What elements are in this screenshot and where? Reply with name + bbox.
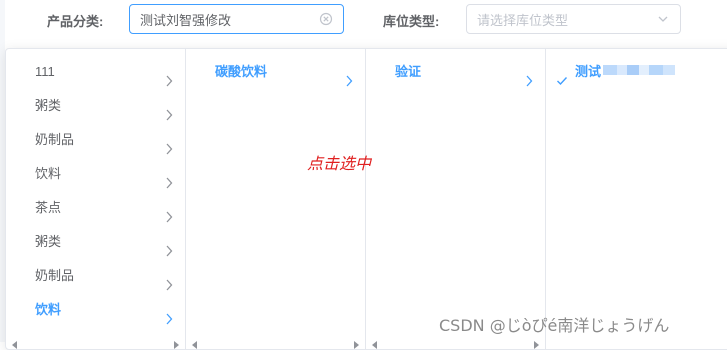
cascader-item-label: 验证 (395, 64, 422, 79)
cascader-level2-item[interactable]: 碳酸饮料 (186, 55, 365, 89)
cascader-level1-item[interactable]: 111 (6, 55, 185, 89)
category-value: 测试刘智强修改 (140, 12, 232, 28)
check-icon (556, 66, 568, 100)
location-type-placeholder: 请选择库位类型 (477, 12, 569, 28)
cascader-item-label: 粥类 (35, 234, 62, 249)
cascader-item-label: 奶制品 (35, 268, 75, 283)
cascader-item-label: 饮料 (35, 302, 62, 317)
cascader-menu-level1: 111 粥类 奶制品 饮料 茶点 粥类 奶制品 饮料 (6, 49, 186, 349)
cascader-item-label: 测试 (575, 64, 602, 79)
click-to-select-annotation: 点击选中 (307, 154, 372, 173)
cascader-level3-item[interactable]: 验证 (366, 55, 545, 89)
cascader-level1-item[interactable]: 茶点 (6, 191, 185, 225)
scroll-left-icon[interactable] (372, 341, 377, 349)
location-type-label: 库位类型: (383, 14, 440, 29)
scroll-right-icon[interactable] (534, 341, 539, 349)
category-cascader-input[interactable]: 测试刘智强修改 (129, 4, 344, 34)
cascader-item-label: 111 (35, 64, 55, 79)
cascader-level1-item[interactable]: 粥类 (6, 89, 185, 123)
cascader-item-label: 碳酸饮料 (215, 64, 268, 79)
scroll-right-icon[interactable] (174, 341, 179, 349)
cascader-level1-item[interactable]: 饮料 (6, 293, 185, 327)
category-label: 产品分类: (47, 14, 104, 29)
scroll-left-icon[interactable] (12, 341, 17, 349)
chevron-right-icon (165, 304, 173, 338)
cascader-level1-item[interactable]: 奶制品 (6, 259, 185, 293)
cascader-level1-item[interactable]: 奶制品 (6, 123, 185, 157)
location-type-select[interactable]: 请选择库位类型 (466, 4, 681, 34)
chevron-right-icon (525, 66, 533, 100)
cascader-item-label: 茶点 (35, 200, 62, 215)
cascader-dropdown: 111 粥类 奶制品 饮料 茶点 粥类 奶制品 饮料 碳酸饮料 验证 测试 (5, 48, 727, 350)
redacted-text-blur (603, 56, 676, 90)
cascader-item-label: 粥类 (35, 98, 62, 113)
watermark: CSDN @じòぴé南洋じょうげん (439, 316, 670, 335)
scroll-right-icon[interactable] (354, 341, 359, 349)
cascader-level1-item[interactable]: 粥类 (6, 225, 185, 259)
cascader-level1-item[interactable]: 饮料 (6, 157, 185, 191)
cascader-item-label: 饮料 (35, 166, 62, 181)
clear-icon[interactable] (319, 12, 333, 29)
chevron-right-icon (345, 66, 353, 100)
scroll-left-icon[interactable] (192, 341, 197, 349)
cascader-level4-item[interactable]: 测试 (546, 55, 726, 89)
cascader-menu-level3: 验证 (366, 49, 546, 349)
cascader-menu-level2: 碳酸饮料 (186, 49, 366, 349)
cascader-menu-level4: 测试 (546, 49, 726, 349)
chevron-down-icon (656, 12, 670, 29)
cascader-item-label: 奶制品 (35, 132, 75, 147)
